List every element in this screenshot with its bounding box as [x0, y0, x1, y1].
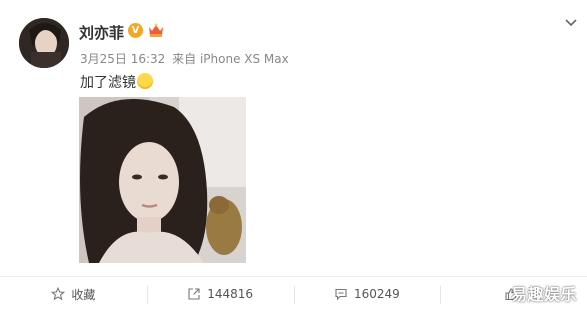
post-photo[interactable] [79, 97, 246, 263]
weibo-post-card: 刘亦菲 V 3月25日 16:32 来自 iPhone XS Max 加了滤镜 [0, 0, 587, 311]
favorite-button[interactable]: 收藏 [0, 283, 147, 305]
comment-button[interactable]: 160249 [293, 283, 441, 305]
chevron-down-icon[interactable] [564, 16, 578, 30]
share-arrow-icon [188, 288, 200, 300]
verified-badge-icon: V [128, 23, 143, 38]
laughing-emoji-icon [137, 73, 153, 89]
repost-button[interactable]: 144816 [146, 283, 294, 305]
post-timestamp[interactable]: 3月25日 16:32 [80, 52, 165, 66]
member-crown-icon [149, 23, 163, 37]
star-icon [51, 287, 66, 301]
comment-icon [335, 288, 347, 301]
action-bar: 收藏 144816 160249 [0, 277, 587, 311]
comment-count: 160249 [353, 287, 400, 301]
post-source: 来自 iPhone XS Max [172, 52, 289, 66]
post-text-content: 加了滤镜 [80, 75, 136, 91]
post-meta: 3月25日 16:32 来自 iPhone XS Max [80, 50, 289, 67]
author-name[interactable]: 刘亦菲 [79, 22, 124, 43]
watermark-text: 易趣娱乐 [510, 285, 577, 304]
repost-count: 144816 [207, 287, 254, 301]
post-text: 加了滤镜 [80, 72, 153, 92]
author-avatar[interactable] [19, 18, 69, 68]
favorite-label: 收藏 [71, 287, 96, 302]
